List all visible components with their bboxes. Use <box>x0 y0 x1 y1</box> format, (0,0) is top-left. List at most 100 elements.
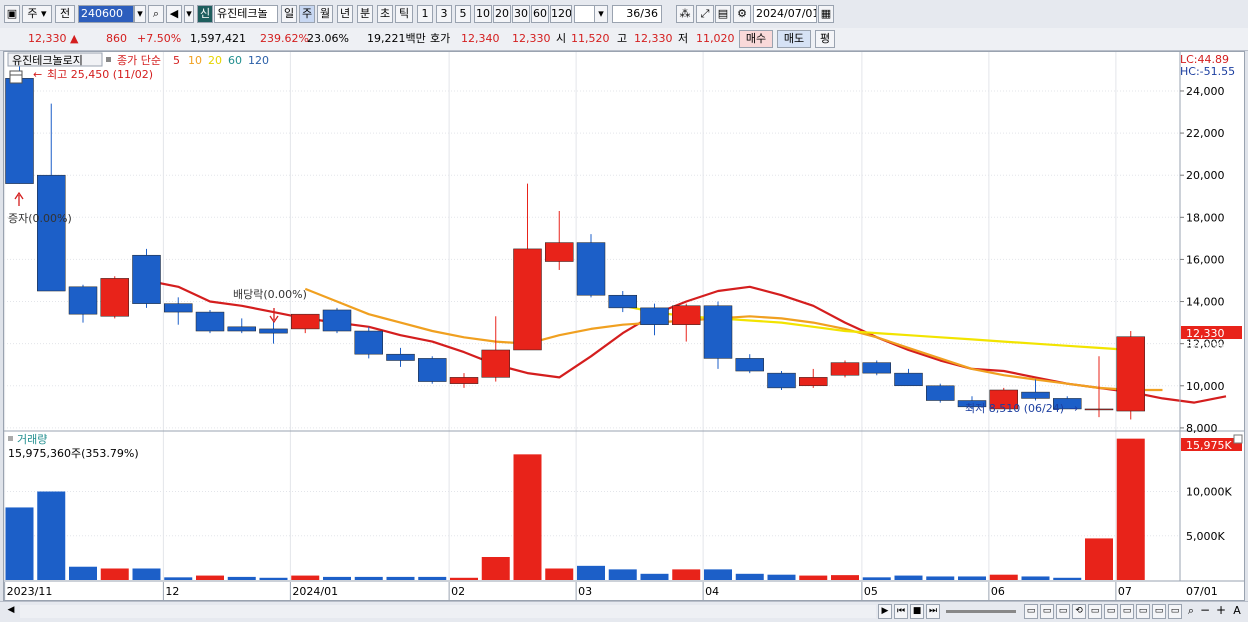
scroll-left-icon[interactable]: ◀ <box>4 604 18 619</box>
volume-bar[interactable] <box>164 577 193 580</box>
candle-body[interactable] <box>767 372 796 389</box>
candle-body[interactable] <box>862 362 891 374</box>
stop-icon[interactable]: ■ <box>910 604 924 619</box>
volume-bar[interactable] <box>100 568 129 580</box>
layout-icon-5[interactable]: ▭ <box>1088 604 1102 619</box>
candle-body[interactable] <box>608 294 637 309</box>
volume-bar[interactable] <box>704 569 732 580</box>
volume-bar[interactable] <box>1053 577 1082 580</box>
candle-body[interactable] <box>672 305 701 325</box>
volume-bar[interactable] <box>831 575 859 580</box>
candle-body[interactable] <box>640 307 669 325</box>
scrollbar-track[interactable] <box>20 605 876 618</box>
candle-body[interactable] <box>291 313 320 330</box>
candle-body[interactable] <box>1021 391 1050 399</box>
volume-bar[interactable] <box>894 575 923 580</box>
volume-bar[interactable] <box>481 556 510 580</box>
candle-body[interactable] <box>68 286 98 315</box>
candle-body[interactable] <box>481 349 510 378</box>
volume-bar[interactable] <box>799 575 828 580</box>
candle-body[interactable] <box>227 326 256 332</box>
volume-bar[interactable] <box>354 576 383 580</box>
candle-body[interactable] <box>5 78 34 184</box>
candle-body[interactable] <box>132 254 161 304</box>
layout-icon-8[interactable]: ▭ <box>1136 604 1150 619</box>
layout-icon-3[interactable]: ▭ <box>1056 604 1070 619</box>
volume-bar[interactable] <box>1021 576 1050 580</box>
candle-body[interactable] <box>545 242 574 262</box>
candle-body[interactable] <box>830 362 860 376</box>
date-tick-label: 05 <box>864 585 878 598</box>
candle-body[interactable] <box>386 353 415 361</box>
layout-icon-6[interactable]: ▭ <box>1104 604 1118 619</box>
volume-tick-label: 5,000K <box>1186 530 1225 543</box>
layout-icon-9[interactable]: ▭ <box>1152 604 1166 619</box>
volume-bar[interactable] <box>386 576 415 580</box>
volume-bar[interactable] <box>418 576 447 580</box>
volume-bar[interactable] <box>958 576 986 580</box>
calendar-icon[interactable] <box>9 70 23 84</box>
volume-bar[interactable] <box>196 575 224 580</box>
layout-icon-10[interactable]: ▭ <box>1168 604 1182 619</box>
volume-bar[interactable] <box>672 569 701 580</box>
volume-bar[interactable] <box>513 454 542 580</box>
candle-body[interactable] <box>259 328 288 334</box>
candle-body[interactable] <box>894 372 923 387</box>
zoom-out-icon[interactable]: − <box>1198 604 1212 619</box>
volume-bar[interactable] <box>323 576 351 580</box>
candle-body[interactable] <box>799 377 828 387</box>
candle-body[interactable] <box>1084 408 1114 411</box>
candle-body[interactable] <box>1116 336 1145 412</box>
layout-icon-4[interactable]: ⟲ <box>1072 604 1086 619</box>
scroll-right-icon[interactable]: ▶ <box>878 604 892 619</box>
high-annotation-arrow: ← <box>33 68 42 81</box>
volume-bar[interactable] <box>989 574 1018 580</box>
dividend-arrow-icon <box>269 308 279 324</box>
candle-body[interactable] <box>926 385 955 401</box>
volume-bar[interactable] <box>862 577 891 580</box>
candle-body[interactable] <box>449 377 479 384</box>
close-panel-icon[interactable] <box>1233 434 1243 444</box>
volume-bar[interactable] <box>450 577 478 580</box>
volume-bar[interactable] <box>1085 538 1113 580</box>
volume-bar[interactable] <box>577 565 605 580</box>
volume-bar[interactable] <box>640 573 669 580</box>
candle-body[interactable] <box>100 278 129 317</box>
zoom-in-icon[interactable]: + <box>1214 604 1228 619</box>
price-tick-label: 22,000 <box>1186 127 1225 140</box>
text-size-icon[interactable]: A <box>1230 604 1244 619</box>
candle-body[interactable] <box>195 311 225 332</box>
candle-body[interactable] <box>735 358 764 372</box>
volume-bar[interactable] <box>767 574 796 580</box>
layout-icon-2[interactable]: ▭ <box>1040 604 1054 619</box>
zoom-slider[interactable] <box>946 610 1016 613</box>
stock-chart[interactable]: 24,00022,00020,00018,00016,00014,00012,0… <box>0 0 1248 601</box>
volume-bar[interactable] <box>545 568 574 580</box>
volume-bar[interactable] <box>608 569 637 580</box>
volume-bar[interactable] <box>5 507 34 580</box>
candle-body[interactable] <box>354 330 383 355</box>
volume-bar[interactable] <box>926 576 955 580</box>
candle-body[interactable] <box>703 305 733 359</box>
candle-body[interactable] <box>37 174 66 292</box>
first-page-icon[interactable]: ⏮ <box>894 604 908 619</box>
volume-bar[interactable] <box>132 568 161 580</box>
layout-icon-1[interactable]: ▭ <box>1024 604 1038 619</box>
volume-bar[interactable] <box>259 577 288 580</box>
volume-bar[interactable] <box>291 575 320 580</box>
last-page-icon[interactable]: ⏭ <box>926 604 940 619</box>
candle-body[interactable] <box>164 303 193 313</box>
hc-label: HC:-51.55 <box>1180 65 1235 78</box>
candle-body[interactable] <box>576 242 606 296</box>
volume-bar[interactable] <box>69 566 97 580</box>
volume-bar[interactable] <box>1116 438 1145 580</box>
candle-body[interactable] <box>322 309 352 332</box>
last-pct-label: 38.23% <box>1186 340 1228 353</box>
candle-body[interactable] <box>513 248 542 351</box>
volume-bar[interactable] <box>735 573 764 580</box>
zoom-search-icon[interactable]: ⌕ <box>1184 604 1198 619</box>
candle-body[interactable] <box>418 358 447 382</box>
volume-bar[interactable] <box>37 491 66 580</box>
volume-bar[interactable] <box>227 576 256 580</box>
layout-icon-7[interactable]: ▭ <box>1120 604 1134 619</box>
